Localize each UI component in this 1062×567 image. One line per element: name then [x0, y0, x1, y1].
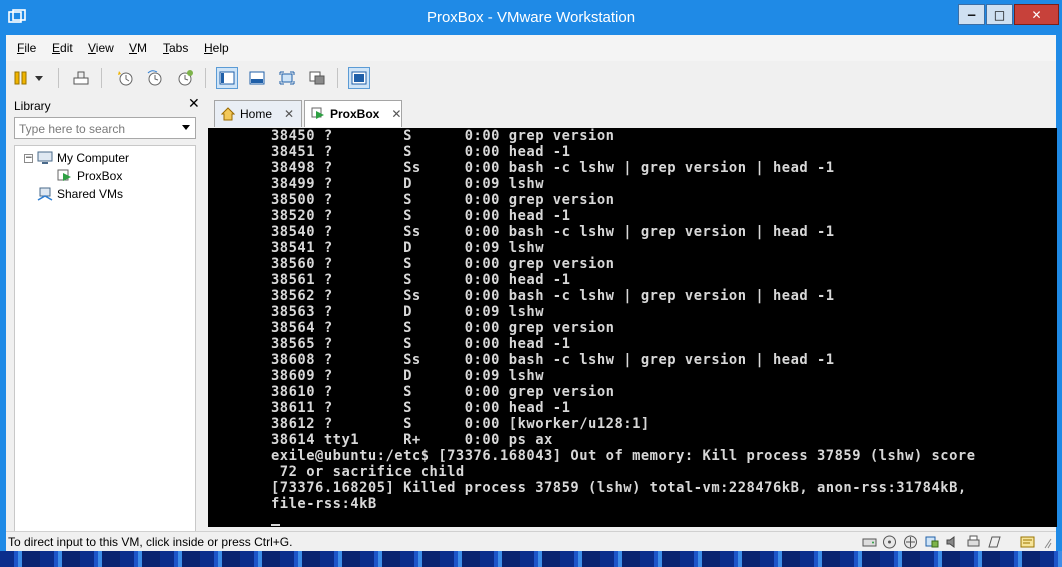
thumbnail-view-icon[interactable]: [246, 67, 268, 89]
tab-strip: Home ✕ ProxBox ✕: [208, 97, 1056, 127]
console-cursor: [271, 524, 280, 526]
tree-item-my-computer[interactable]: My Computer: [37, 150, 129, 166]
console-view-icon[interactable]: [216, 67, 238, 89]
menu-bar: File Edit View VM Tabs Help: [6, 35, 1056, 61]
minimize-button[interactable]: −: [958, 4, 985, 25]
menu-tabs[interactable]: Tabs: [163, 41, 188, 55]
pause-icon[interactable]: [10, 67, 32, 89]
snapshot-manager-icon[interactable]: [174, 67, 196, 89]
search-dropdown-arrow-icon[interactable]: [182, 125, 190, 130]
vm-console[interactable]: 38450 ? S 0:00 grep version 38451 ? S 0:…: [208, 128, 1057, 527]
console-line: 38612 ? S 0:00 [kworker/u128:1]: [271, 416, 650, 432]
cd-drive-icon[interactable]: [882, 535, 897, 549]
console-line: 38561 ? S 0:00 head -1: [271, 272, 571, 288]
console-line: 38499 ? D 0:09 lshw: [271, 176, 544, 192]
close-button[interactable]: ✕: [1014, 4, 1059, 25]
maximize-button[interactable]: □: [986, 4, 1013, 25]
console-line: 38562 ? Ss 0:00 bash -c lshw | grep vers…: [271, 288, 835, 304]
library-tree: − My Computer ProxBox Shared VMs: [14, 145, 196, 535]
toolbar: [6, 61, 1056, 95]
toolbar-separator: [58, 68, 59, 88]
printer-icon[interactable]: [966, 535, 981, 549]
tab-proxbox[interactable]: ProxBox ✕: [304, 100, 402, 127]
tree-item-label: My Computer: [57, 151, 130, 165]
window-title: ProxBox - VMware Workstation: [426, 9, 636, 26]
console-line: 38611 ? S 0:00 head -1: [271, 400, 571, 416]
console-line: 38614 tty1 R+ 0:00 ps ax: [271, 432, 553, 448]
toolbar-separator: [205, 68, 206, 88]
tree-collapse-icon[interactable]: −: [24, 154, 33, 163]
console-line: 38450 ? S 0:00 grep version: [271, 128, 615, 144]
menu-vm[interactable]: VM: [129, 41, 147, 55]
tree-item-label: Shared VMs: [57, 187, 124, 201]
tab-close-icon[interactable]: ✕: [284, 107, 294, 121]
desktop-background-strip: [0, 551, 1062, 567]
tab-label: ProxBox: [330, 107, 380, 121]
shared-vms-icon: [37, 187, 53, 201]
tab-label: Home: [240, 107, 273, 121]
tab-home[interactable]: Home ✕: [214, 100, 302, 127]
library-close-icon[interactable]: ✕: [188, 96, 200, 112]
console-line: file-rss:4kB: [271, 496, 377, 512]
console-line: 38563 ? D 0:09 lshw: [271, 304, 544, 320]
send-keys-icon[interactable]: [70, 67, 92, 89]
console-line: [73376.168205] Killed process 37859 (lsh…: [271, 480, 967, 496]
status-text: To direct input to this VM, click inside…: [8, 535, 293, 549]
unity-icon[interactable]: [306, 67, 328, 89]
status-bar: To direct input to this VM, click inside…: [6, 531, 1056, 552]
menu-edit[interactable]: Edit: [52, 41, 73, 55]
fullscreen-icon[interactable]: [276, 67, 298, 89]
console-line: 38608 ? Ss 0:00 bash -c lshw | grep vers…: [271, 352, 835, 368]
console-line: exile@ubuntu:/etc$ [73376.168043] Out of…: [271, 448, 976, 464]
console-line: 38520 ? S 0:00 head -1: [271, 208, 571, 224]
toolbar-separator: [337, 68, 338, 88]
vm-running-icon: [311, 107, 325, 121]
resize-grip-icon[interactable]: [1042, 535, 1052, 549]
hard-disk-icon[interactable]: [862, 535, 877, 549]
network-icon[interactable]: [903, 535, 918, 549]
console-line: 38609 ? D 0:09 lshw: [271, 368, 544, 384]
snapshot-icon[interactable]: [114, 67, 136, 89]
menu-view[interactable]: View: [88, 41, 114, 55]
title-bar[interactable]: ProxBox - VMware Workstation − □ ✕: [0, 0, 1062, 35]
menu-file[interactable]: File: [17, 41, 36, 55]
power-dropdown-arrow-icon[interactable]: [32, 67, 46, 89]
console-line: 72 or sacrifice child: [271, 464, 465, 480]
message-icon[interactable]: [1020, 535, 1035, 549]
console-line: 38610 ? S 0:00 grep version: [271, 384, 615, 400]
console-line: 38565 ? S 0:00 head -1: [271, 336, 571, 352]
home-icon: [220, 107, 236, 121]
toolbar-separator: [101, 68, 102, 88]
console-line: 38451 ? S 0:00 head -1: [271, 144, 571, 160]
computer-icon: [37, 151, 53, 165]
display-icon[interactable]: [987, 535, 1002, 549]
console-line: 38564 ? S 0:00 grep version: [271, 320, 615, 336]
menu-help[interactable]: Help: [204, 41, 229, 55]
tree-item-shared-vms[interactable]: Shared VMs: [37, 186, 123, 202]
library-title: Library: [14, 99, 51, 113]
tab-close-icon[interactable]: ✕: [391, 107, 401, 121]
vmware-window: ProxBox - VMware Workstation − □ ✕ File …: [0, 0, 1062, 567]
library-search-input[interactable]: [14, 117, 196, 139]
tree-item-proxbox[interactable]: ProxBox: [57, 168, 122, 184]
usb-icon[interactable]: [924, 535, 939, 549]
console-line: 38541 ? D 0:09 lshw: [271, 240, 544, 256]
tree-item-label: ProxBox: [77, 169, 123, 183]
client-area: File Edit View VM Tabs Help Library ✕ Ty…: [6, 35, 1057, 552]
revert-snapshot-icon[interactable]: [144, 67, 166, 89]
library-panel: Library ✕ − My Computer ProxBox: [6, 95, 206, 535]
console-line: 38560 ? S 0:00 grep version: [271, 256, 615, 272]
console-line: 38498 ? Ss 0:00 bash -c lshw | grep vers…: [271, 160, 835, 176]
single-window-icon[interactable]: [348, 67, 370, 89]
vm-running-icon: [57, 169, 73, 183]
sound-icon[interactable]: [945, 535, 960, 549]
console-line: 38540 ? Ss 0:00 bash -c lshw | grep vers…: [271, 224, 835, 240]
console-line: 38500 ? S 0:00 grep version: [271, 192, 615, 208]
